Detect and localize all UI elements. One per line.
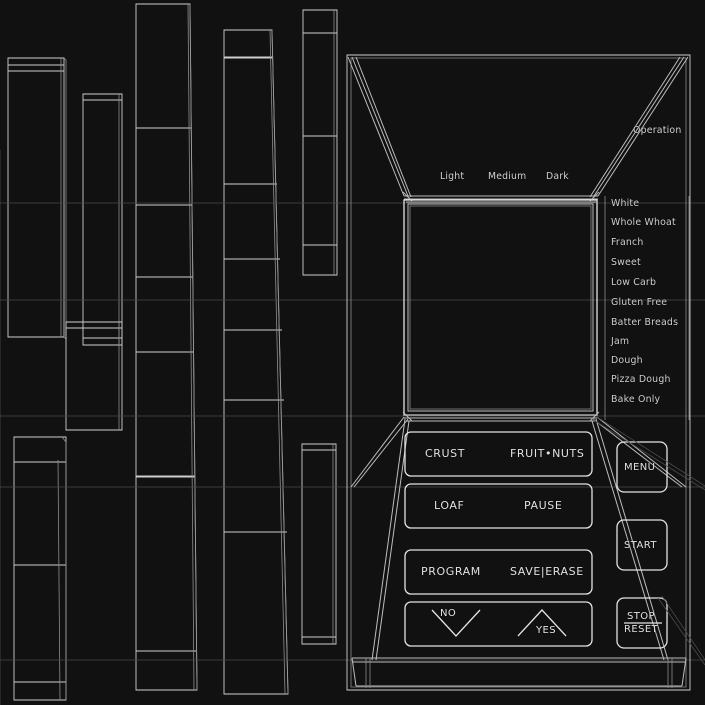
- crust-level-dark: Dark: [546, 171, 569, 182]
- crust-level-light: Light: [440, 171, 465, 182]
- menu-program-gluten-free[interactable]: Gluten Free: [611, 297, 667, 308]
- wireframe-slab-7: [302, 9, 338, 276]
- crust-level-medium: Medium: [488, 171, 527, 182]
- menu-program-sweet[interactable]: Sweet: [611, 257, 641, 268]
- menu-program-dough[interactable]: Dough: [611, 355, 643, 366]
- wireframe-slab-8: [301, 443, 337, 645]
- wireframe-slab-6: [223, 29, 289, 695]
- fruit-nuts-button-label[interactable]: FRUIT•NUTS: [510, 447, 584, 460]
- reset-button-label[interactable]: RESET: [624, 624, 658, 635]
- wireframe-slab-1: [7, 57, 67, 340]
- save-erase-button-label[interactable]: SAVE|ERASE: [510, 565, 584, 578]
- wireframe-canvas: .l { fill:none; stroke:#cfcfcf; stroke-w…: [0, 3, 705, 705]
- menu-program-jam[interactable]: Jam: [611, 336, 629, 347]
- wireframe-slab-4: [13, 436, 67, 701]
- menu-program-white[interactable]: White: [611, 198, 639, 209]
- menu-program-pizza-dough[interactable]: Pizza Dough: [611, 374, 671, 385]
- menu-program-french[interactable]: Franch: [611, 237, 644, 248]
- no-button-label[interactable]: NO: [440, 608, 456, 619]
- yes-button-label[interactable]: YES: [536, 625, 556, 636]
- menu-program-bake-only[interactable]: Bake Only: [611, 394, 660, 405]
- crust-button-label[interactable]: CRUST: [425, 447, 465, 460]
- construction-lines: [0, 150, 705, 705]
- wireframe-slab-5: [135, 3, 198, 691]
- menu-program-low-carb[interactable]: Low Carb: [611, 277, 656, 288]
- menu-program-batter-breads[interactable]: Batter Breads: [611, 317, 678, 328]
- program-button-label[interactable]: PROGRAM: [421, 565, 481, 578]
- stop-button-label[interactable]: STOP: [627, 611, 655, 622]
- menu-button-label[interactable]: MENU: [624, 462, 655, 473]
- loaf-button-label[interactable]: LOAF: [434, 499, 464, 512]
- start-button-label[interactable]: START: [624, 540, 657, 551]
- pause-button-label[interactable]: PAUSE: [524, 499, 562, 512]
- viewport: .l { fill:none; stroke:#cfcfcf; stroke-w…: [0, 0, 705, 705]
- operation-label: Operation: [633, 125, 682, 136]
- control-panel-body: [346, 54, 691, 691]
- menu-program-whole-wheat[interactable]: Whole Whoat: [611, 217, 676, 228]
- wireframe-slab-2: [82, 93, 123, 346]
